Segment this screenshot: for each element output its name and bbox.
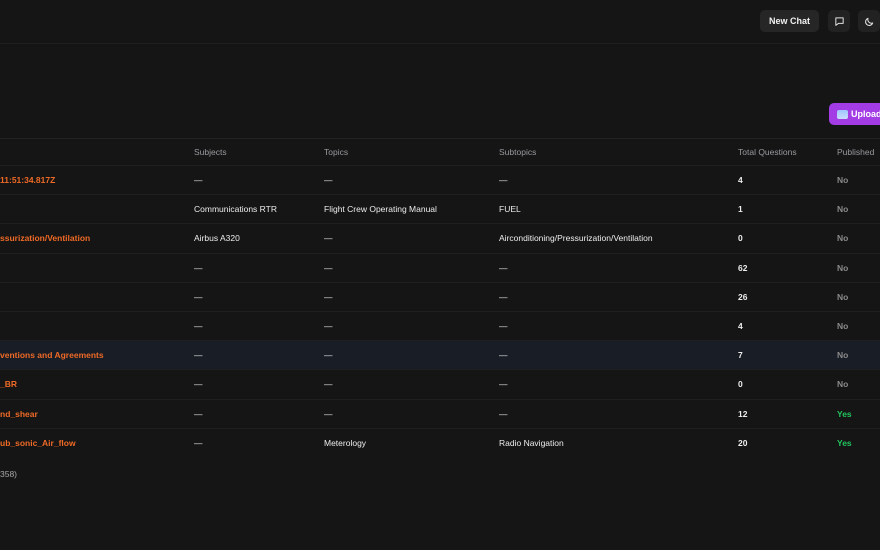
row-published-status: Yes: [837, 437, 852, 448]
row-subtopics: Radio Navigation: [499, 437, 564, 448]
table-row[interactable]: 11:51:34.817Z — — — 4 No: [0, 165, 880, 194]
row-total-questions: 0: [738, 379, 743, 390]
row-total-questions: 4: [738, 320, 743, 331]
chat-button[interactable]: [828, 10, 850, 32]
row-total-questions: 1: [738, 204, 743, 215]
table-body: 11:51:34.817Z — — — 4 No Communications RTR Fli…: [0, 165, 880, 457]
row-published-status: Yes: [837, 408, 852, 419]
new-chat-button[interactable]: New Chat: [760, 10, 819, 32]
row-topics: —: [324, 379, 333, 390]
row-topics: —: [324, 320, 333, 331]
row-subtopics: —: [499, 379, 508, 390]
row-subjects: —: [194, 291, 203, 302]
row-published-status: No: [837, 233, 849, 244]
column-header-subjects[interactable]: Subjects: [194, 147, 227, 157]
row-total-questions: 7: [738, 350, 743, 361]
row-topics: —: [324, 262, 333, 273]
row-subtopics: —: [499, 291, 508, 302]
page: New Chat Upload Subjects Topics Subtopic…: [0, 0, 880, 550]
row-published-status: No: [837, 320, 849, 331]
table-row[interactable]: Communications RTR Flight Crew Operating …: [0, 194, 880, 223]
row-topics: —: [324, 408, 333, 419]
row-published-status: No: [837, 350, 849, 361]
row-topics: Meterology: [324, 437, 367, 448]
row-total-questions: 26: [738, 291, 748, 302]
column-header-subtopics[interactable]: Subtopics: [499, 147, 536, 157]
chat-bubble-icon: [834, 16, 844, 26]
row-published-status: No: [837, 204, 849, 215]
column-header-published[interactable]: Published: [837, 147, 874, 157]
top-bar: New Chat: [0, 0, 880, 44]
table-row[interactable]: _BR — — — 0 No: [0, 369, 880, 398]
row-subtopics: —: [499, 175, 508, 185]
column-header-total-questions[interactable]: Total Questions: [738, 147, 797, 157]
row-published-status: No: [837, 291, 849, 302]
row-published-status: No: [837, 175, 849, 185]
row-name-link[interactable]: ventions and Agreements: [0, 350, 104, 360]
row-topics: —: [324, 233, 333, 244]
table-row[interactable]: — — — 26 No: [0, 281, 880, 311]
row-subjects: —: [194, 379, 203, 390]
table-row[interactable]: ssurization/Ventilation Airbus A320 — Airco…: [0, 223, 880, 252]
pagination-count: 358): [0, 469, 18, 479]
row-name-link[interactable]: 11:51:34.817Z: [0, 175, 55, 185]
table-header: Subjects Topics Subtopics Total Question…: [0, 139, 880, 165]
row-published-status: No: [837, 262, 849, 273]
row-total-questions: 0: [738, 233, 743, 244]
row-topics: —: [324, 350, 333, 361]
row-subjects: Communications RTR: [194, 204, 277, 215]
upload-label: Upload: [851, 109, 880, 119]
row-subjects: —: [194, 408, 203, 419]
row-name-link[interactable]: nd_shear: [0, 409, 38, 419]
row-total-questions: 62: [738, 262, 748, 273]
row-name-link[interactable]: ub_sonic_Air_flow: [0, 438, 76, 448]
row-published-status: No: [837, 379, 849, 390]
row-subjects: —: [194, 320, 203, 331]
table-row[interactable]: — — — 4 No: [0, 310, 880, 340]
row-topics: Flight Crew Operating Manual: [324, 204, 437, 215]
upload-button[interactable]: Upload: [829, 103, 880, 125]
row-total-questions: 4: [738, 175, 743, 185]
row-subjects: —: [194, 350, 203, 361]
column-header-topics[interactable]: Topics: [324, 147, 348, 157]
row-name-link[interactable]: ssurization/Ventilation: [0, 233, 90, 243]
row-topics: —: [324, 291, 333, 302]
table-row[interactable]: nd_shear — — — 12 Yes: [0, 398, 880, 428]
row-total-questions: 20: [738, 437, 748, 448]
row-subjects: Airbus A320: [194, 233, 240, 244]
row-subtopics: —: [499, 408, 508, 419]
row-total-questions: 12: [738, 408, 748, 419]
row-subjects: —: [194, 437, 203, 448]
table-row[interactable]: ventions and Agreements — — — 7 No: [0, 340, 880, 370]
table-row[interactable]: ub_sonic_Air_flow — Meterology Radio Naviga…: [0, 427, 880, 457]
row-subjects: —: [194, 175, 203, 185]
row-subtopics: —: [499, 320, 508, 331]
row-subtopics: FUEL: [499, 204, 521, 215]
upload-icon: [837, 109, 848, 119]
row-subtopics: Airconditioning/Pressurization/Ventilati…: [499, 233, 653, 244]
question-sets-table: Subjects Topics Subtopics Total Question…: [0, 138, 880, 457]
table-row[interactable]: — — — 62 No: [0, 252, 880, 282]
row-subjects: —: [194, 262, 203, 273]
row-name-link[interactable]: _BR: [0, 379, 17, 389]
moon-icon: [864, 17, 873, 26]
theme-toggle-button[interactable]: [858, 10, 880, 32]
row-subtopics: —: [499, 350, 508, 361]
row-subtopics: —: [499, 262, 508, 273]
row-topics: —: [324, 175, 333, 185]
